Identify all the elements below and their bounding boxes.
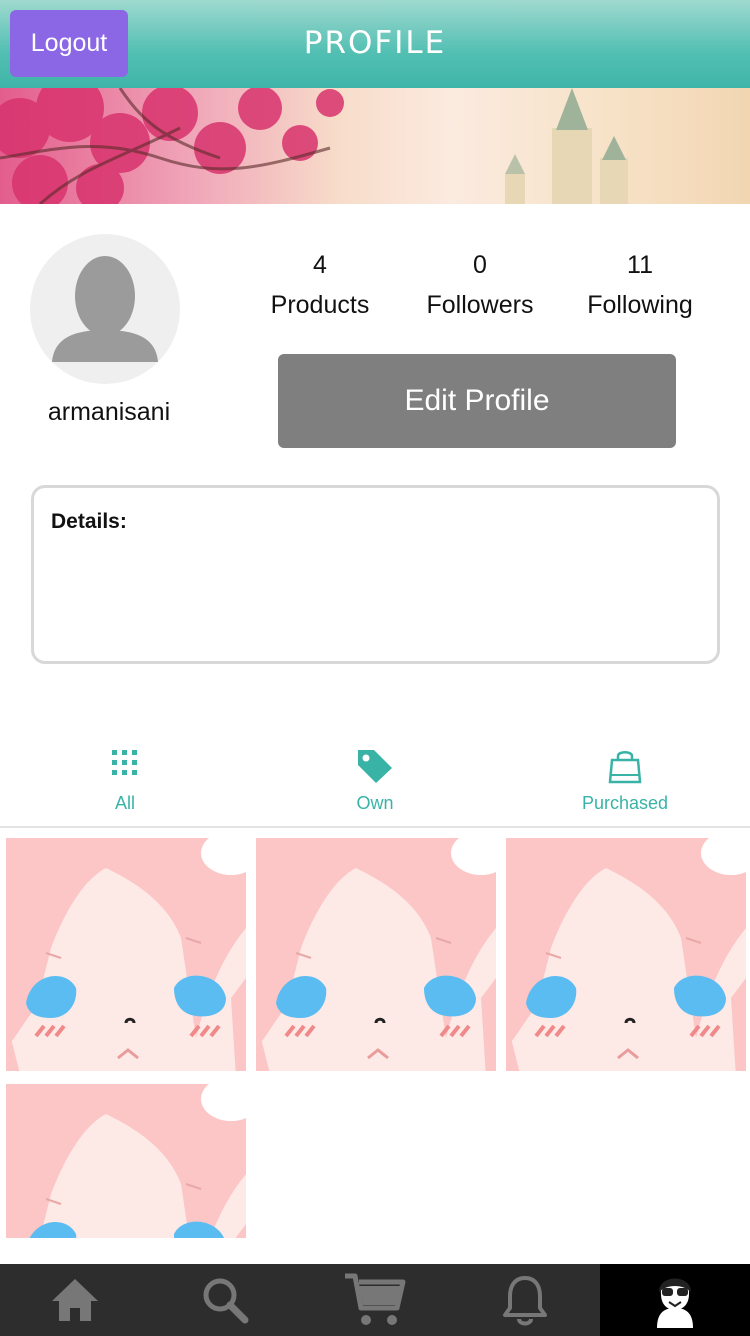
grid-icon	[112, 750, 137, 775]
stat-products[interactable]: 4 Products	[240, 250, 400, 320]
nav-notifications[interactable]	[450, 1264, 600, 1336]
tab-own[interactable]: Own	[250, 740, 500, 826]
profile-icon	[657, 1278, 693, 1328]
stat-following[interactable]: 11 Following	[560, 250, 720, 320]
tab-label: Own	[356, 793, 394, 813]
stat-value: 0	[473, 251, 487, 279]
stat-value: 11	[627, 251, 653, 279]
product-thumbnail[interactable]	[256, 838, 496, 1075]
product-thumbnail[interactable]	[6, 1084, 246, 1238]
search-icon	[203, 1278, 249, 1324]
username: armanisani	[47, 398, 171, 426]
nav-cart[interactable]	[300, 1264, 450, 1336]
nav-profile[interactable]	[600, 1264, 750, 1336]
cart-icon	[345, 1273, 406, 1325]
bottom-nav	[0, 1264, 750, 1336]
edit-profile-button[interactable]: Edit Profile	[278, 354, 676, 448]
product-image	[6, 1084, 246, 1238]
nav-search[interactable]	[150, 1264, 300, 1336]
nav-home[interactable]	[0, 1264, 150, 1336]
stat-label: Products	[270, 291, 370, 319]
stat-label: Following	[587, 291, 693, 319]
home-icon	[52, 1279, 98, 1321]
shopping-bag-icon	[608, 751, 642, 784]
product-thumbnail[interactable]	[6, 838, 246, 1075]
avatar[interactable]	[30, 234, 180, 384]
cover-banner	[0, 88, 750, 204]
tab-purchased[interactable]: Purchased	[500, 740, 750, 826]
page-title: PROFILE	[303, 25, 447, 61]
tab-all[interactable]: All	[0, 740, 250, 826]
stat-value: 4	[313, 251, 327, 279]
tag-icon	[358, 750, 392, 783]
top-bar: Logout PROFILE	[0, 0, 750, 88]
tab-label: All	[114, 793, 135, 813]
tab-label: Purchased	[581, 793, 669, 813]
stat-followers[interactable]: 0 Followers	[400, 250, 560, 320]
user-silhouette-icon	[52, 256, 158, 362]
product-image	[506, 838, 746, 1075]
product-image	[6, 838, 246, 1075]
bell-icon	[503, 1276, 547, 1326]
details-label: Details:	[51, 510, 127, 533]
product-filter-tabs: All Own Purchased	[0, 740, 750, 828]
stat-label: Followers	[426, 291, 534, 319]
product-thumbnail[interactable]	[506, 838, 746, 1075]
details-box: Details:	[31, 485, 720, 664]
product-image	[256, 838, 496, 1075]
